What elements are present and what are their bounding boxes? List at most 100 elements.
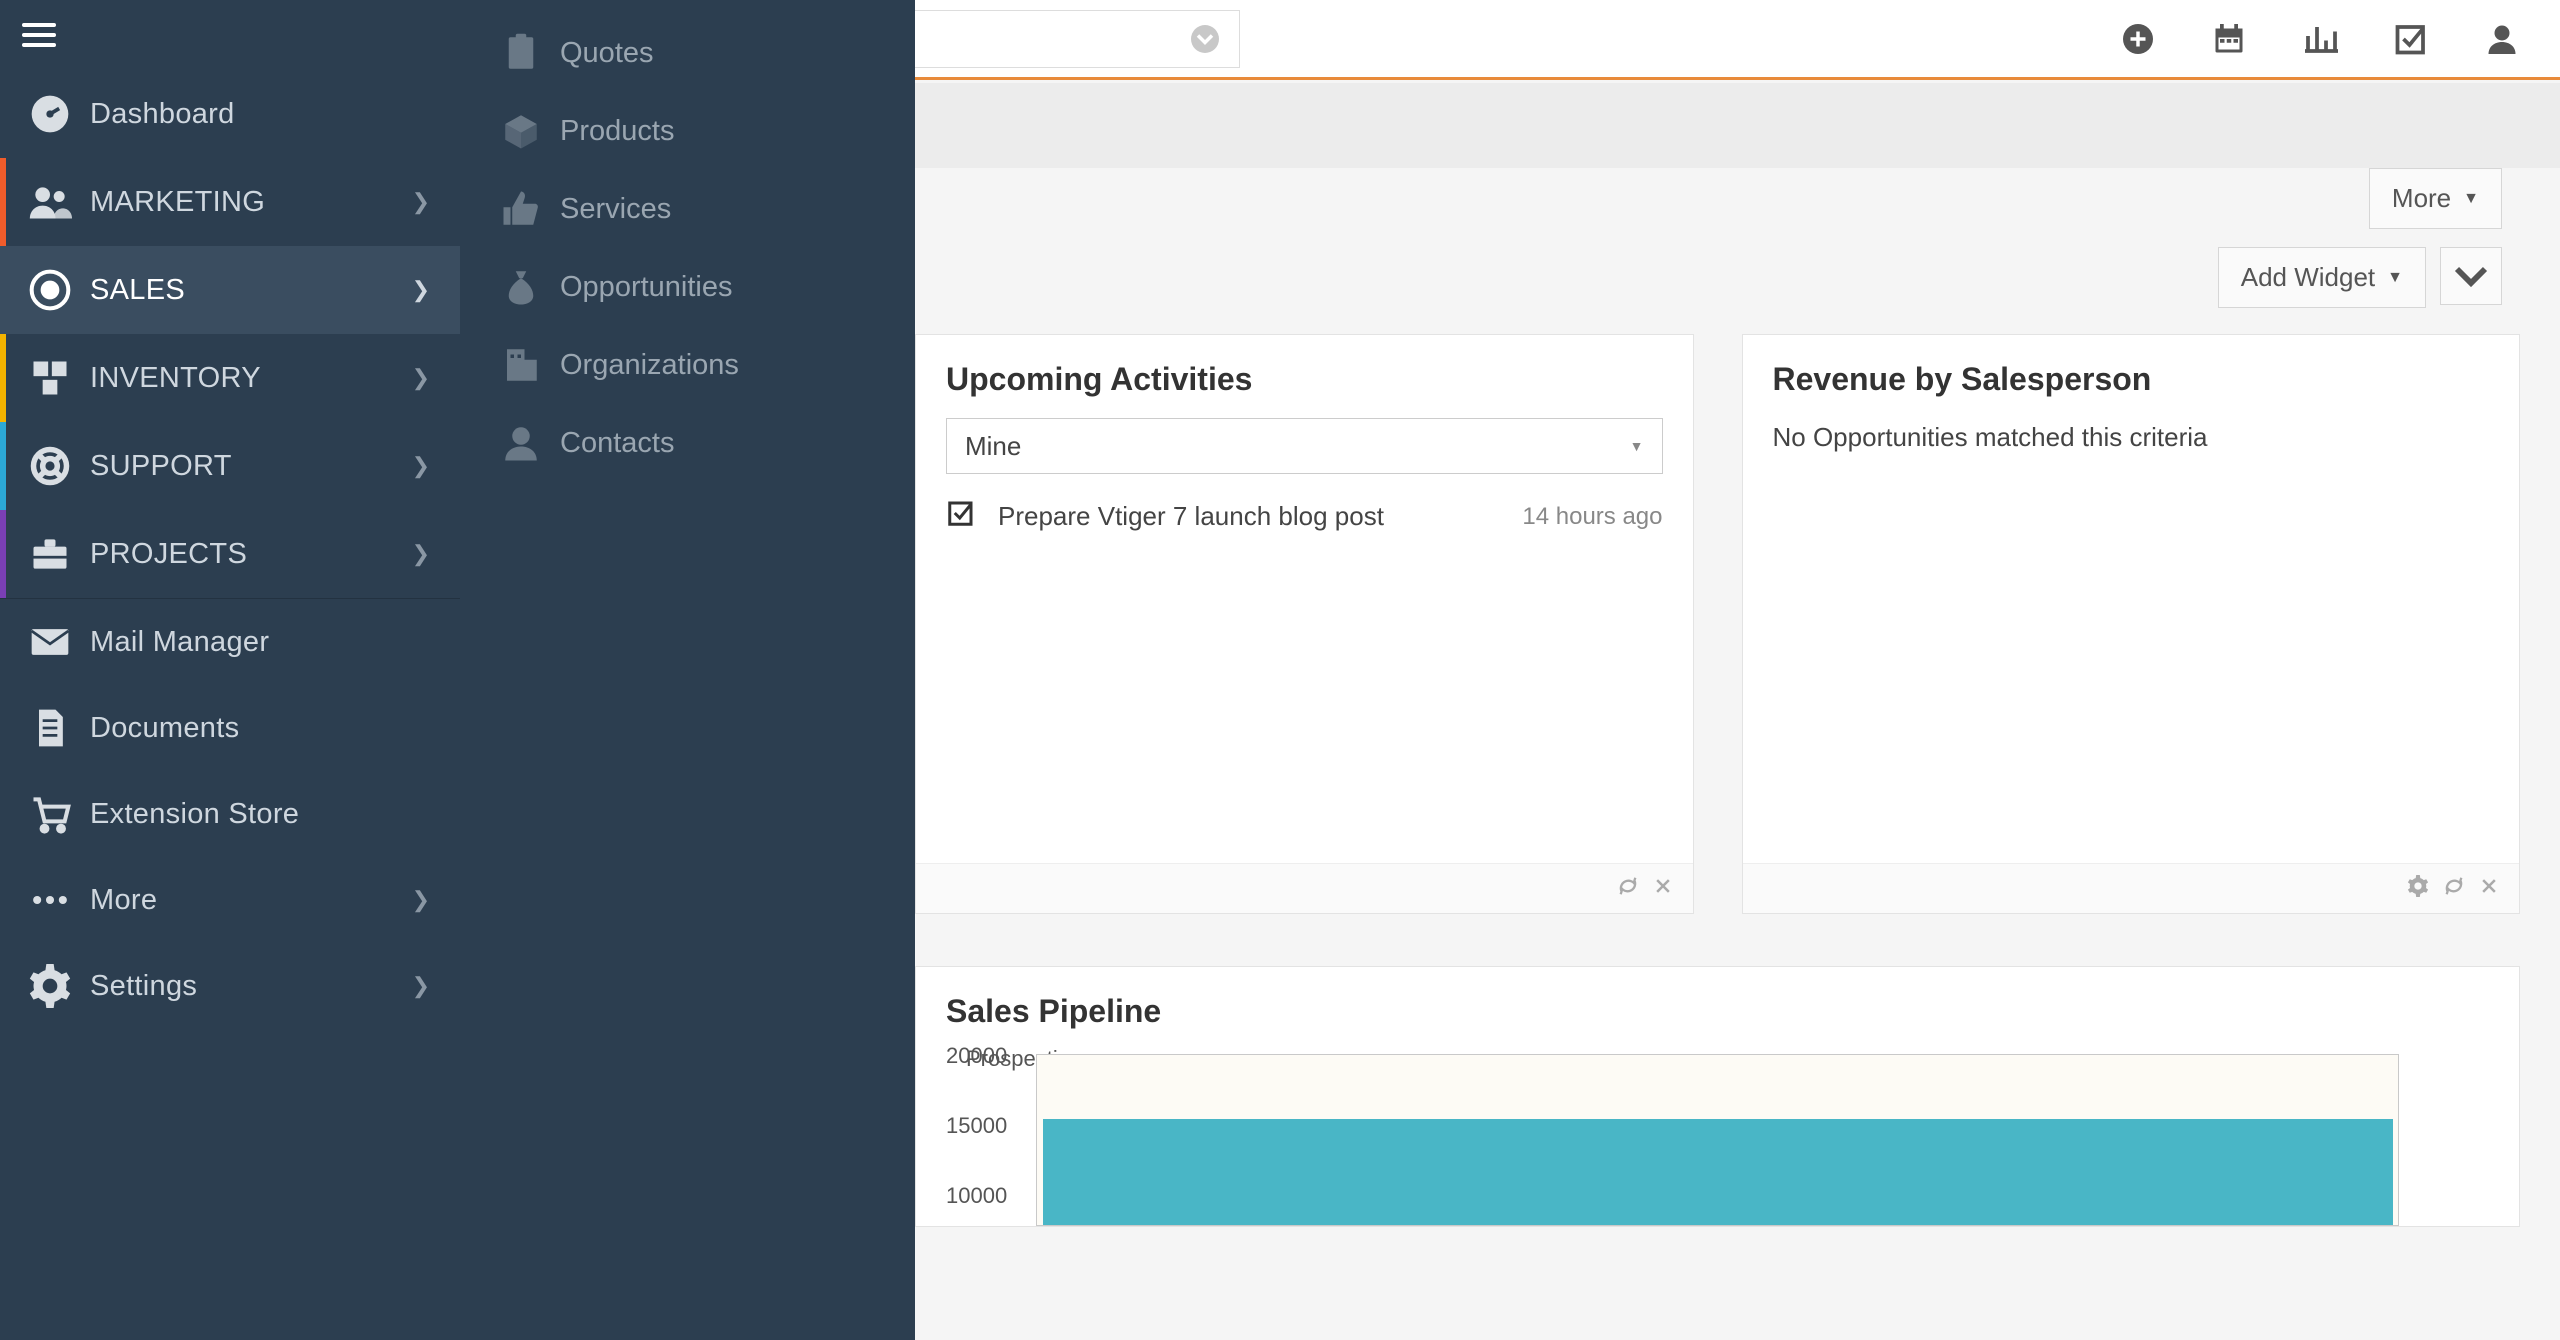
sidebar-item-support[interactable]: SUPPORT ❯ [0,422,460,510]
activity-row[interactable]: Prepare Vtiger 7 launch blog post 14 hou… [946,498,1663,535]
submenu-item-quotes[interactable]: Quotes [460,14,915,92]
building-icon [500,344,542,386]
boxes-icon [28,356,72,400]
box-open-icon [500,110,542,152]
submenu-item-label: Products [560,115,674,148]
plus-circle-icon[interactable] [2120,21,2156,57]
target-icon [28,268,72,312]
activities-filter-select[interactable]: Mine ▼ [946,418,1663,474]
sidebar-item-label: PROJECTS [90,538,247,571]
sidebar-item-inventory[interactable]: INVENTORY ❯ [0,334,460,422]
sidebar-item-label: MARKETING [90,186,265,219]
calendar-icon[interactable] [2211,21,2247,57]
user-icon[interactable] [2484,21,2520,57]
chevron-right-icon: ❯ [412,887,430,913]
sidebar-item-settings[interactable]: Settings ❯ [0,943,460,1029]
select-value: Mine [965,431,1021,462]
quote-icon [500,32,542,74]
hamburger-icon [22,23,56,47]
topbar-icons [2120,21,2520,57]
gear-icon[interactable] [2407,875,2429,902]
sidebar-item-sales[interactable]: SALES ❯ [0,246,460,334]
widget-title: Upcoming Activities [916,335,1693,408]
sidebar-item-dashboard[interactable]: Dashboard [0,70,460,158]
submenu-item-products[interactable]: Products [460,92,915,170]
submenu-item-opportunities[interactable]: Opportunities [460,248,915,326]
task-checkbox-icon [946,498,976,535]
checkbox-icon[interactable] [2393,21,2429,57]
submenu-item-label: Organizations [560,349,739,382]
sidebar-item-marketing[interactable]: MARKETING ❯ [0,158,460,246]
submenu-item-label: Services [560,193,671,226]
sidebar-item-more[interactable]: More ❯ [0,857,460,943]
gear-icon [28,964,72,1008]
thumbs-up-icon [500,188,542,230]
refresh-icon[interactable] [2443,875,2465,902]
caret-down-icon: ▼ [1630,438,1644,454]
sidebar-item-label: Mail Manager [90,626,269,659]
button-label: Add Widget [2241,262,2375,293]
mail-icon [28,620,72,664]
caret-down-icon: ▼ [2463,190,2479,208]
sidebar-item-label: Extension Store [90,798,299,831]
more-button[interactable]: More ▼ [2369,168,2502,229]
chevron-down-icon [1191,25,1219,53]
sidebar-item-label: More [90,884,157,917]
users-icon [28,180,72,224]
sidebar-item-label: Settings [90,970,197,1003]
widget-sales-pipeline: Sales Pipeline Prospecting 20000 15000 1… [915,966,2520,1227]
widget-footer [916,863,1693,913]
life-ring-icon [28,444,72,488]
sidebar-item-label: Documents [90,712,239,745]
chevron-right-icon: ❯ [412,973,430,999]
briefcase-icon [28,532,72,576]
sidebar-item-label: SUPPORT [90,450,232,483]
close-icon[interactable] [1653,876,1673,901]
person-icon [500,422,542,464]
cart-icon [28,792,72,836]
empty-message: No Opportunities matched this criteria [1773,418,2490,453]
chevron-right-icon: ❯ [412,453,430,479]
hamburger-menu[interactable] [0,0,460,70]
sidebar-item-documents[interactable]: Documents [0,685,460,771]
main-content: More ▼ Add Widget ▼ Upcoming Activities … [915,168,2520,1340]
y-tick: 10000 [946,1183,1007,1209]
chevron-right-icon: ❯ [412,189,430,215]
sidebar-item-projects[interactable]: PROJECTS ❯ [0,510,460,598]
button-label: More [2392,183,2451,214]
sidebar-item-label: Dashboard [90,98,235,131]
submenu-item-label: Quotes [560,37,654,70]
bar-chart-icon[interactable] [2302,21,2338,57]
activity-text: Prepare Vtiger 7 launch blog post [998,501,1384,532]
chart-plot-area [1036,1054,2399,1226]
submenu-item-label: Opportunities [560,271,733,304]
pipeline-chart: Prospecting 20000 15000 10000 [946,1046,2489,1226]
sidebar: Dashboard MARKETING ❯ SALES ❯ INVENTORY … [0,0,460,1340]
chevron-right-icon: ❯ [412,365,430,391]
money-bag-icon [500,266,542,308]
close-icon[interactable] [2479,876,2499,901]
widget-upcoming-activities: Upcoming Activities Mine ▼ Prepare Vtige… [915,334,1694,914]
dashboard-icon [28,92,72,136]
activity-time: 14 hours ago [1522,503,1662,531]
caret-down-icon: ▼ [2387,269,2403,287]
sidebar-item-mail-manager[interactable]: Mail Manager [0,599,460,685]
refresh-icon[interactable] [1617,875,1639,902]
submenu-item-contacts[interactable]: Contacts [460,404,915,482]
sales-submenu: Quotes Products Services Opportunities O… [460,0,915,1340]
submenu-item-organizations[interactable]: Organizations [460,326,915,404]
y-tick: 15000 [946,1113,1007,1139]
widget-title: Sales Pipeline [946,993,2489,1036]
dots-icon [28,878,72,922]
sidebar-item-extension-store[interactable]: Extension Store [0,771,460,857]
chevron-right-icon: ❯ [412,541,430,567]
add-widget-button[interactable]: Add Widget ▼ [2218,247,2426,308]
submenu-item-label: Contacts [560,427,674,460]
widget-title: Revenue by Salesperson [1743,335,2520,408]
chart-bar-prospecting[interactable] [1043,1119,2393,1225]
submenu-item-services[interactable]: Services [460,170,915,248]
widget-footer [1743,863,2520,913]
document-icon [28,706,72,750]
expand-button[interactable] [2440,247,2502,305]
y-tick: 20000 [946,1043,1007,1069]
